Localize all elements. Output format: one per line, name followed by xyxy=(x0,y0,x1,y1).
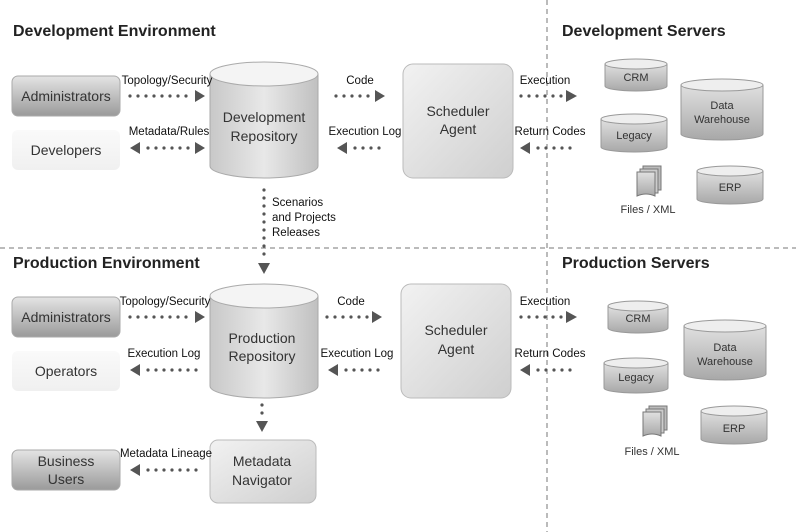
prod-env-title: Production Environment xyxy=(13,255,200,272)
navigator-arrow xyxy=(256,403,268,432)
svg-text:Users: Users xyxy=(48,471,85,487)
svg-text:Production: Production xyxy=(229,330,296,346)
svg-text:CRM: CRM xyxy=(623,72,648,84)
metadata-lineage-arrow xyxy=(130,464,206,476)
dev-servers-title: Development Servers xyxy=(562,23,726,40)
svg-text:Repository: Repository xyxy=(231,128,298,144)
svg-text:Warehouse: Warehouse xyxy=(694,114,750,126)
svg-text:Legacy: Legacy xyxy=(618,372,654,384)
dev-execution-label: Execution xyxy=(520,75,571,87)
dev-topology-label: Topology/Security xyxy=(122,75,213,87)
prod-topology-arrow xyxy=(128,311,205,323)
svg-text:Developers: Developers xyxy=(31,142,102,158)
svg-text:Development: Development xyxy=(223,109,306,125)
dev-crm-cylinder: CRM xyxy=(604,58,668,92)
svg-text:Agent: Agent xyxy=(440,121,477,137)
dev-administrators-box: Administrators xyxy=(11,75,121,117)
dev-repository-cylinder: Development Repository xyxy=(209,61,319,179)
prod-business-users-box: Business Users xyxy=(11,449,121,491)
svg-text:Data: Data xyxy=(713,342,737,354)
dev-developers-box: Developers xyxy=(12,130,120,170)
dev-legacy-cylinder: Legacy xyxy=(600,113,668,153)
svg-text:Legacy: Legacy xyxy=(616,130,652,142)
release-label-line3: Releases xyxy=(272,227,320,239)
svg-text:Scheduler: Scheduler xyxy=(424,322,487,338)
prod-return-codes-label: Return Codes xyxy=(515,348,586,360)
prod-execution-log-label: Execution Log xyxy=(321,348,394,360)
svg-text:Navigator: Navigator xyxy=(232,472,292,488)
prod-execution-arrow xyxy=(519,311,577,323)
prod-files-icon xyxy=(642,405,668,437)
prod-files-label: Files / XML xyxy=(624,446,679,458)
svg-text:CRM: CRM xyxy=(625,313,650,325)
svg-text:Repository: Repository xyxy=(229,348,296,364)
dev-files-icon xyxy=(636,165,662,197)
dev-scheduler-agent-box: Scheduler Agent xyxy=(402,63,514,179)
architecture-diagram: Development Environment Development Serv… xyxy=(0,0,796,532)
prod-code-arrow xyxy=(325,311,382,323)
dev-env-title: Development Environment xyxy=(13,23,216,40)
metadata-lineage-label: Metadata Lineage xyxy=(120,448,212,460)
svg-text:Administrators: Administrators xyxy=(21,88,110,104)
prod-return-codes-arrow xyxy=(520,364,578,376)
prod-execution-log-arrow xyxy=(328,364,384,376)
svg-text:Data: Data xyxy=(710,100,734,112)
dev-metadata-rules-arrow xyxy=(130,142,205,154)
prod-repository-cylinder: Production Repository xyxy=(209,283,319,399)
prod-administrators-box: Administrators xyxy=(11,296,121,338)
prod-code-label: Code xyxy=(337,296,365,308)
dev-erp-cylinder: ERP xyxy=(696,165,764,205)
dev-code-arrow xyxy=(334,90,385,102)
svg-text:Agent: Agent xyxy=(438,341,475,357)
dev-execution-log-label: Execution Log xyxy=(329,126,402,138)
dev-files-label: Files / XML xyxy=(620,204,675,216)
dev-topology-arrow xyxy=(128,90,205,102)
prod-scheduler-agent-box: Scheduler Agent xyxy=(400,283,512,399)
dev-execution-arrow xyxy=(519,90,577,102)
svg-text:Administrators: Administrators xyxy=(21,309,110,325)
svg-text:Operators: Operators xyxy=(35,363,97,379)
svg-text:ERP: ERP xyxy=(719,182,742,194)
release-label-line1: Scenarios xyxy=(272,197,323,209)
release-label-line2: and Projects xyxy=(272,212,336,224)
prod-legacy-cylinder: Legacy xyxy=(603,357,669,394)
metadata-navigator-box: Metadata Navigator xyxy=(209,439,317,504)
dev-return-codes-label: Return Codes xyxy=(515,126,586,138)
dev-data-warehouse-cylinder: Data Warehouse xyxy=(680,78,764,141)
prod-erp-cylinder: ERP xyxy=(700,405,768,445)
prod-data-warehouse-cylinder: Data Warehouse xyxy=(683,319,767,381)
dev-return-codes-arrow xyxy=(520,142,578,154)
prod-operators-box: Operators xyxy=(12,351,120,391)
prod-servers-title: Production Servers xyxy=(562,255,710,272)
dev-metadata-rules-label: Metadata/Rules xyxy=(129,126,210,138)
prod-execution-label: Execution xyxy=(520,296,571,308)
svg-text:Scheduler: Scheduler xyxy=(426,103,489,119)
prod-crm-cylinder: CRM xyxy=(607,300,669,334)
svg-text:Business: Business xyxy=(38,453,95,469)
svg-text:ERP: ERP xyxy=(723,423,746,435)
svg-text:Warehouse: Warehouse xyxy=(697,356,753,368)
dev-code-label: Code xyxy=(346,75,374,87)
svg-text:Metadata: Metadata xyxy=(233,453,292,469)
dev-execution-log-arrow xyxy=(337,142,386,154)
prod-topology-label: Topology/Security xyxy=(120,296,211,308)
release-arrow xyxy=(258,188,270,274)
prod-operators-execution-log-arrow xyxy=(130,364,206,376)
prod-operators-execution-log-label: Execution Log xyxy=(128,348,201,360)
